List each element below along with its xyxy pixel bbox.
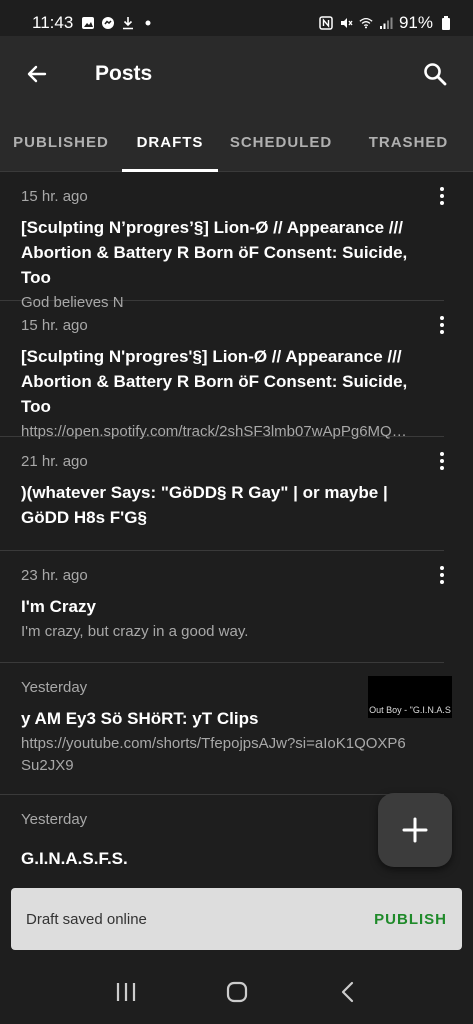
signal-icon	[379, 16, 393, 30]
list-item[interactable]: 15 hr. ago [Sculpting N'progres'§] Lion-…	[0, 301, 444, 440]
tab-scheduled[interactable]: SCHEDULED	[218, 112, 344, 172]
back-button[interactable]	[17, 54, 57, 94]
recents-icon	[116, 983, 135, 1001]
system-nav-bar	[0, 960, 473, 1024]
add-post-button[interactable]	[378, 793, 452, 867]
recent-apps-button[interactable]	[101, 967, 151, 1017]
more-options-icon[interactable]	[430, 563, 454, 587]
status-time: 11:43	[32, 13, 74, 32]
search-icon	[424, 63, 447, 86]
post-title: )(whatever Says: "GöDD§ R Gay" | or mayb…	[21, 483, 388, 527]
more-options-icon[interactable]	[430, 449, 454, 473]
system-back-button[interactable]	[323, 967, 373, 1017]
post-title: I'm Crazy	[21, 597, 96, 616]
post-title: G.I.N.A.S.F.S.	[21, 849, 128, 868]
search-button[interactable]	[415, 54, 455, 94]
messenger-icon	[101, 16, 115, 30]
snackbar-message: Draft saved online	[26, 910, 147, 928]
chevron-left-icon	[341, 981, 353, 1003]
home-button[interactable]	[212, 967, 262, 1017]
list-item[interactable]: 21 hr. ago )(whatever Says: "GöDD§ R Gay…	[0, 437, 444, 551]
post-title: [Sculpting N'progres'§] Lion-Ø // Appear…	[21, 347, 408, 416]
list-item[interactable]: 23 hr. ago I'm Crazy I'm crazy, but craz…	[0, 551, 444, 663]
post-title: [Sculpting N’progres’§] Lion-Ø // Appear…	[21, 218, 408, 287]
plus-icon	[402, 817, 428, 843]
notification-icons	[81, 16, 155, 30]
tab-trashed[interactable]: TRASHED	[344, 112, 473, 172]
dot-icon	[141, 16, 155, 30]
download-icon	[121, 16, 135, 30]
post-excerpt: I'm crazy, but crazy in a good way.	[21, 623, 249, 640]
post-time: 21 hr. ago	[21, 453, 88, 470]
post-time: Yesterday	[21, 679, 88, 696]
post-time: 23 hr. ago	[21, 567, 88, 584]
publish-button[interactable]: PUBLISH	[374, 911, 447, 928]
mute-icon	[339, 16, 353, 30]
post-excerpt: https://youtube.com/shorts/TfepojpsAJw?s…	[21, 735, 406, 774]
post-thumbnail: Out Boy - "G.I.N.A.S	[368, 676, 452, 718]
app-bar: Posts	[0, 36, 473, 112]
post-status-tabs: PUBLISHED DRAFTS SCHEDULED TRASHED	[0, 112, 473, 172]
nfc-icon	[319, 16, 333, 30]
home-icon	[226, 981, 247, 1003]
snackbar: Draft saved online PUBLISH	[11, 888, 462, 950]
thumbnail-caption: Out Boy - "G.I.N.A.S	[369, 705, 451, 715]
arrow-back-icon	[27, 65, 47, 83]
wifi-icon	[359, 16, 373, 30]
battery-percentage: 91%	[398, 13, 433, 32]
more-options-icon[interactable]	[430, 313, 454, 337]
post-time: Yesterday	[21, 811, 88, 828]
battery-icon	[439, 16, 453, 30]
list-item[interactable]: 15 hr. ago [Sculpting N’progres’§] Lion-…	[0, 172, 444, 311]
tab-published[interactable]: PUBLISHED	[0, 112, 122, 172]
post-time: 15 hr. ago	[21, 317, 88, 334]
page-title: Posts	[95, 62, 153, 85]
post-time: 15 hr. ago	[21, 188, 88, 205]
post-title: y AM Ey3 Sö SHöRT: yT Clips	[21, 709, 259, 728]
tab-drafts[interactable]: DRAFTS	[122, 112, 218, 172]
more-options-icon[interactable]	[430, 184, 454, 208]
gallery-icon	[81, 16, 95, 30]
